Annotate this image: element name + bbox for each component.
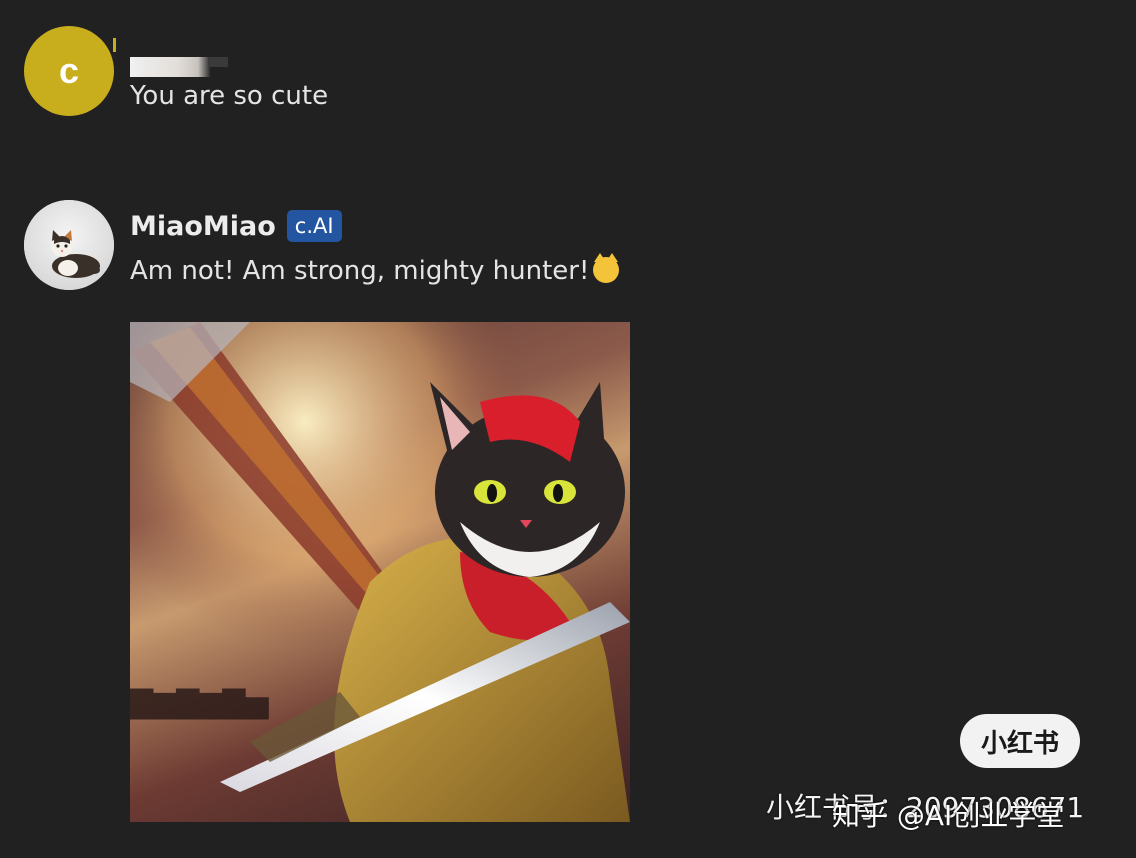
cai-badge: c.AI (286, 210, 342, 242)
user-avatar-letter: c (58, 50, 80, 91)
character-message-string: Am not! Am strong, mighty hunter! (130, 256, 590, 286)
kitten-photo-icon (24, 200, 114, 290)
character-header: MiaoMiao c.AI (130, 204, 619, 248)
character-message: MiaoMiao c.AI Am not! Am strong, mighty … (24, 200, 620, 290)
smirking-cat-face-icon (593, 253, 620, 283)
cat-warrior-image[interactable]: ▇▆▇▆▇▅ (130, 322, 630, 822)
character-message-text: Am not! Am strong, mighty hunter! (130, 253, 620, 288)
redacted-username (130, 57, 228, 77)
avatar-accent-mark (113, 38, 116, 52)
zhihu-watermark: 知乎 @AI创业学堂 (832, 799, 1065, 832)
character-message-body: MiaoMiao c.AI Am not! Am strong, mighty … (130, 200, 620, 290)
xiaohongshu-logo: 小红书 (960, 714, 1080, 768)
user-message: c You are so cute (24, 26, 328, 116)
svg-text:▇▆▇▆▇▅: ▇▆▇▆▇▅ (130, 685, 269, 720)
user-message-body: You are so cute (130, 26, 328, 116)
character-avatar[interactable] (24, 200, 114, 290)
character-name[interactable]: MiaoMiao (130, 211, 276, 242)
user-avatar[interactable]: c (24, 26, 114, 116)
cat-warrior-with-sword-icon: ▇▆▇▆▇▅ (130, 322, 630, 822)
user-message-text: You are so cute (130, 81, 329, 111)
